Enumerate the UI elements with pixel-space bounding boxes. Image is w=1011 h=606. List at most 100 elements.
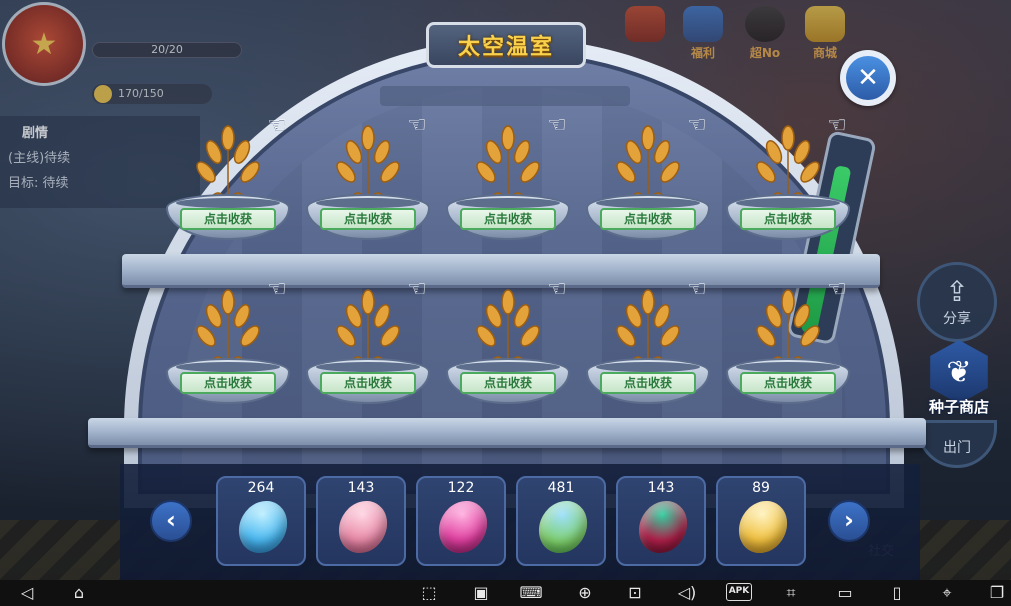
pot-bottom-4[interactable]: 点击收获 ☜: [586, 278, 710, 408]
share-icon: ⇪: [945, 275, 969, 308]
seed-gem-icon: [629, 492, 697, 562]
seed-slot-1[interactable]: 264: [216, 476, 306, 566]
greenhouse-title: 太空温室: [426, 22, 586, 68]
share-label: 分享: [943, 311, 971, 327]
multi-window-icon[interactable]: ❐: [984, 583, 1010, 603]
seed-count: 143: [347, 480, 375, 496]
harvest-button[interactable]: 点击收获: [460, 208, 556, 230]
pot-bottom-2[interactable]: 点击收获 ☜: [306, 278, 430, 408]
harvest-button[interactable]: 点击收获: [600, 372, 696, 394]
top-icon-event: [620, 6, 670, 62]
wheat-icon: [476, 289, 540, 368]
close-icon: ✕: [846, 56, 890, 100]
seed-gem-icon: [329, 492, 397, 562]
chevron-right-icon: ›: [844, 506, 854, 534]
super-no-label: 超No: [749, 46, 781, 60]
mall-label: 商城: [812, 46, 837, 60]
white-glove-icon: ☜: [547, 277, 567, 302]
share-button: ⇪ 分享: [917, 262, 997, 342]
gamepad-icon[interactable]: ⊕: [572, 583, 598, 603]
harvest-button[interactable]: 点击收获: [320, 208, 416, 230]
seed-count: 89: [752, 480, 770, 496]
back-icon[interactable]: ◁: [14, 583, 40, 603]
white-glove-icon: ☜: [267, 277, 287, 302]
seed-slot-2[interactable]: 143: [316, 476, 406, 566]
harvest-button[interactable]: 点击收获: [180, 372, 276, 394]
harvest-button[interactable]: 点击收获: [600, 208, 696, 230]
pot-top-5[interactable]: 点击收获 ☜: [726, 114, 850, 244]
seed-slot-6[interactable]: 89: [716, 476, 806, 566]
screenshot-icon[interactable]: ⊡: [622, 583, 648, 603]
top-icon-welfare: 福利: [678, 6, 728, 62]
harvest-button[interactable]: 点击收获: [740, 208, 836, 230]
wheat-icon: [756, 125, 820, 204]
close-button[interactable]: ✕: [840, 50, 896, 106]
home-icon[interactable]: ⌂: [66, 583, 92, 603]
seed-gem-icon: [729, 492, 797, 562]
seed-count: 143: [647, 480, 675, 496]
seed-gem-icon: [429, 492, 497, 562]
hp-bar: 20/20: [92, 42, 242, 58]
player-avatar: ★: [2, 2, 86, 86]
seed-shop-button[interactable]: ❦ 种子商店: [917, 340, 1001, 424]
pot-top-3[interactable]: 点击收获 ☜: [446, 114, 570, 244]
dome-subtitle-plate: [380, 86, 630, 106]
crop-icon[interactable]: ⌗: [778, 583, 804, 603]
pot-top-4[interactable]: 点击收获 ☜: [586, 114, 710, 244]
white-glove-icon: ☜: [407, 277, 427, 302]
seed-slot-4[interactable]: 481: [516, 476, 606, 566]
system-nav-bar: ◁ ⌂ ⬚ ▣ ⌨ ⊕ ⊡ ◁) APK ⌗ ▭ ▯ ⌖ ❐: [0, 580, 1011, 606]
wheat-icon: [196, 125, 260, 204]
task-line-2: 目标: 待续: [8, 176, 69, 191]
wheat-icon: [616, 289, 680, 368]
white-glove-icon: ☜: [687, 277, 707, 302]
screen-capture-icon[interactable]: ⬚: [416, 583, 442, 603]
pot-bottom-5[interactable]: 点击收获 ☜: [726, 278, 850, 408]
harvest-button[interactable]: 点击收获: [460, 372, 556, 394]
pot-bottom-1[interactable]: 点击收获 ☜: [166, 278, 290, 408]
seed-gem-icon: [229, 492, 297, 562]
harvest-button[interactable]: 点击收获: [320, 372, 416, 394]
seed-count: 481: [547, 480, 575, 496]
toolbox-icon[interactable]: ▣: [468, 583, 494, 603]
location-icon[interactable]: ⌖: [934, 583, 960, 603]
seed-slot-5[interactable]: 143: [616, 476, 706, 566]
chevron-left-icon: ‹: [166, 506, 176, 534]
wheat-icon: [336, 125, 400, 204]
prev-page-button[interactable]: ‹: [150, 500, 192, 542]
top-icon-mall: 商城: [800, 6, 850, 62]
apk-install-icon[interactable]: APK: [726, 583, 752, 601]
welfare-label: 福利: [690, 46, 715, 60]
harvest-button[interactable]: 点击收获: [740, 372, 836, 394]
seed-count: 264: [247, 480, 275, 496]
seed-gem-icon: [529, 492, 597, 562]
shake-icon[interactable]: ▯: [884, 583, 910, 603]
pot-bottom-3[interactable]: 点击收获 ☜: [446, 278, 570, 408]
white-glove-icon: ☜: [827, 277, 847, 302]
hp-text: 20/20: [151, 43, 183, 56]
white-glove-icon: ☜: [827, 113, 847, 138]
seed-count: 122: [447, 480, 475, 496]
coin-counter: 170/150: [92, 84, 212, 104]
volume-icon[interactable]: ◁): [674, 583, 700, 603]
next-page-button[interactable]: ›: [828, 500, 870, 542]
harvest-button[interactable]: 点击收获: [180, 208, 276, 230]
shelf-top: [122, 254, 880, 288]
white-glove-icon: ☜: [547, 113, 567, 138]
wheat-icon: [756, 289, 820, 368]
pot-top-2[interactable]: 点击收获 ☜: [306, 114, 430, 244]
coin-text: 170/150: [118, 87, 164, 100]
white-glove-icon: ☜: [687, 113, 707, 138]
folder-icon[interactable]: ▭: [832, 583, 858, 603]
top-icon-super-no: 超No: [740, 6, 790, 62]
white-glove-icon: ☜: [267, 113, 287, 138]
exit-label: 出门: [943, 440, 971, 456]
pot-top-1[interactable]: 点击收获 ☜: [166, 114, 290, 244]
wheat-icon: [196, 289, 260, 368]
wheat-icon: [336, 289, 400, 368]
shelf-bottom: [88, 418, 926, 448]
seed-slot-3[interactable]: 122: [416, 476, 506, 566]
task-line-1: (主线)待续: [8, 151, 71, 166]
keyboard-icon[interactable]: ⌨: [518, 583, 544, 603]
white-glove-icon: ☜: [407, 113, 427, 138]
